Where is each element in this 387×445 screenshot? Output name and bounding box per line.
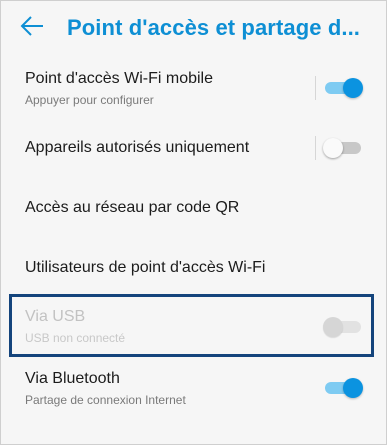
divider: [315, 136, 316, 160]
list-item-label: Utilisateurs de point d'accès Wi-Fi: [25, 259, 266, 276]
allowed-devices-toggle[interactable]: [323, 136, 363, 160]
app-bar: Point d'accès et partage d...: [1, 1, 386, 59]
screen-frame: Point d'accès et partage d... Point d'ac…: [0, 0, 387, 445]
arrow-left-icon[interactable]: [19, 13, 45, 39]
divider: [315, 76, 316, 100]
highlight-box: [9, 294, 374, 357]
list-item-label: Via Bluetooth: [25, 370, 120, 387]
list-item-qr-access[interactable]: Accès au réseau par code QR: [1, 177, 386, 237]
wifi-hotspot-toggle[interactable]: [323, 76, 363, 100]
toggle-thumb: [343, 78, 363, 98]
list-item-allowed-devices[interactable]: Appareils autorisés uniquement: [1, 119, 386, 177]
toggle-thumb: [323, 138, 343, 158]
list-item-subtitle: Appuyer pour configurer: [25, 93, 154, 107]
list-item-wifi-hotspot[interactable]: Point d'accès Wi-Fi mobile Appuyer pour …: [1, 59, 386, 119]
toggle-thumb: [343, 378, 363, 398]
list-item-subtitle: Partage de connexion Internet: [25, 393, 186, 407]
list-item-label: Point d'accès Wi-Fi mobile: [25, 70, 213, 87]
list-item-via-bluetooth[interactable]: Via Bluetooth Partage de connexion Inter…: [1, 359, 386, 421]
list-item-label: Appareils autorisés uniquement: [25, 139, 250, 156]
list-item-label: Accès au réseau par code QR: [25, 199, 240, 216]
page-title: Point d'accès et partage d...: [67, 15, 360, 40]
list-item-hotspot-users[interactable]: Utilisateurs de point d'accès Wi-Fi: [1, 237, 386, 297]
via-bluetooth-toggle[interactable]: [323, 376, 363, 400]
